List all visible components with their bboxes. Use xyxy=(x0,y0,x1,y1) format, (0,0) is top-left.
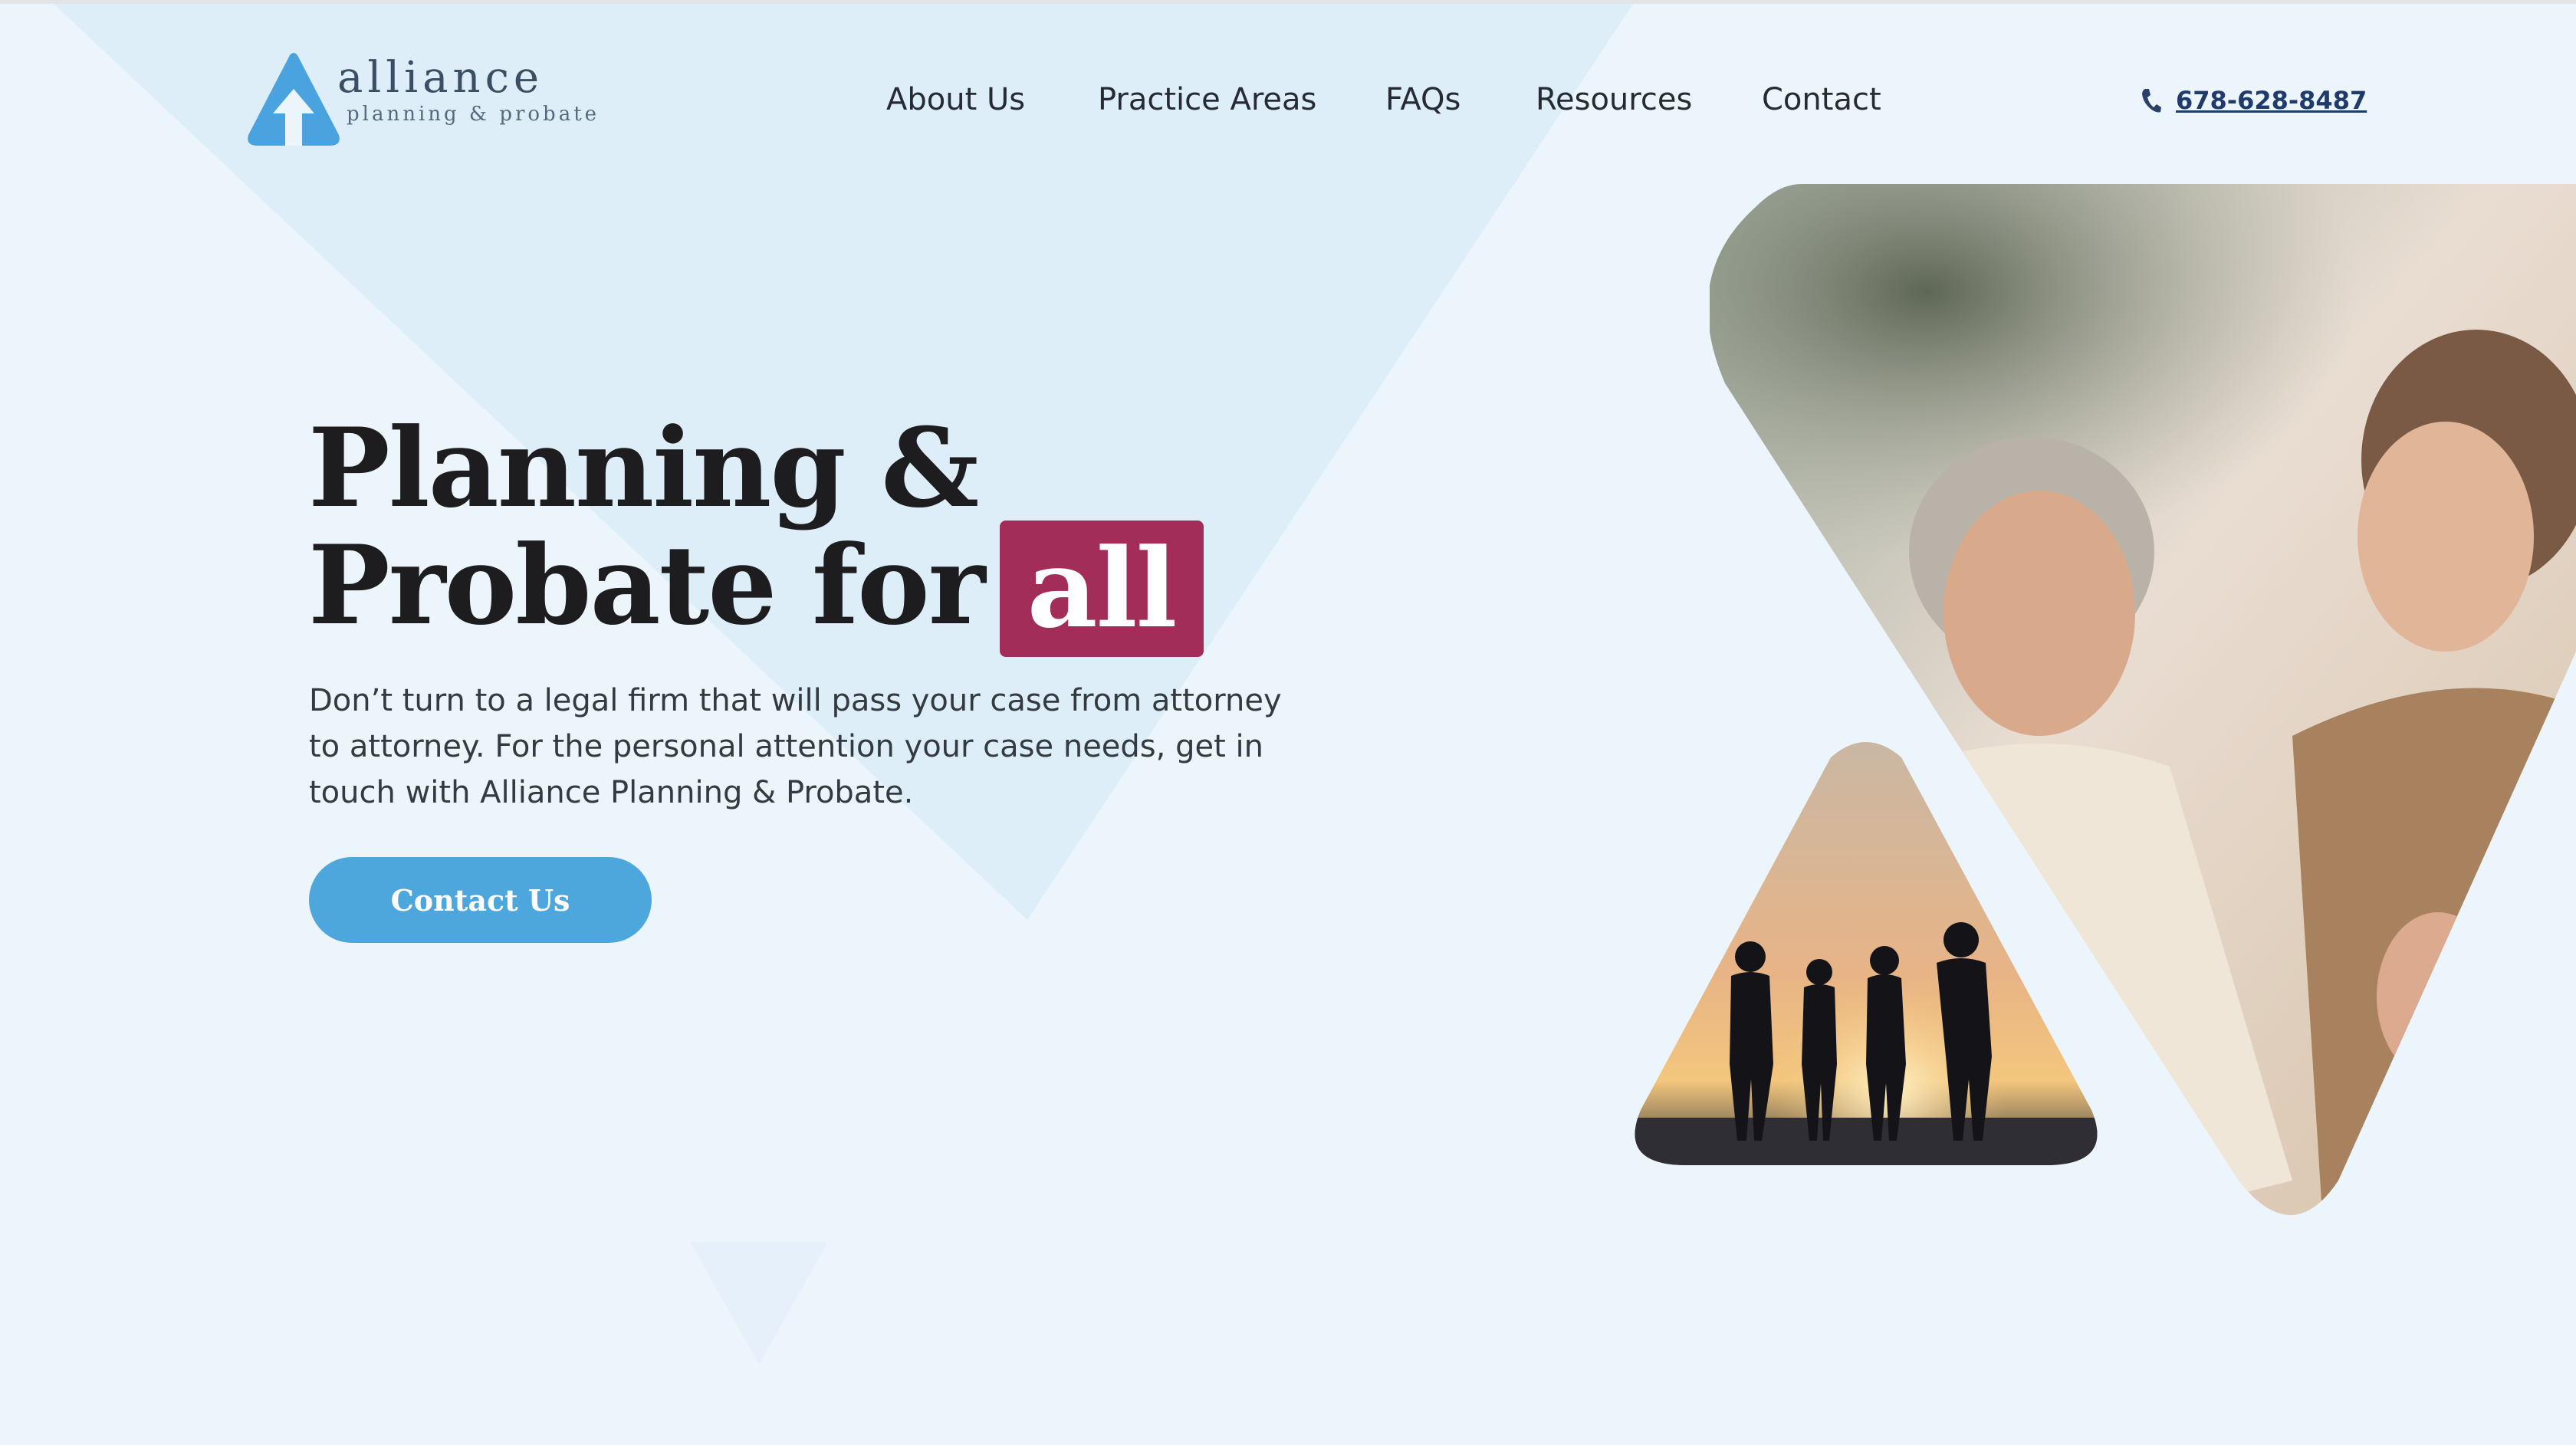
nav-resources[interactable]: Resources xyxy=(1536,77,1692,123)
phone-icon xyxy=(2142,89,2161,113)
header-phone: 678-628-8487 xyxy=(2141,81,2367,120)
hero-title-line-2-text: Probate for xyxy=(308,522,986,649)
nav-practice-areas[interactable]: Practice Areas xyxy=(1098,77,1316,123)
nav-contact[interactable]: Contact xyxy=(1762,77,1881,123)
hero-title: Planning & Probate for all xyxy=(308,410,1204,663)
nav-about-us[interactable]: About Us xyxy=(886,77,1025,123)
hero-highlight-badge: all xyxy=(999,521,1204,657)
hero-title-line-1: Planning & xyxy=(308,405,979,532)
hero-description: Don’t turn to a legal firm that will pas… xyxy=(309,683,1282,810)
logo-triangle-icon xyxy=(248,53,340,146)
phone-number-link[interactable]: 678-628-8487 xyxy=(2176,86,2367,115)
hero-title-line-2: Probate for all xyxy=(308,521,1204,663)
logo-tagline: planning & probate xyxy=(347,103,600,126)
family-sunset-photo xyxy=(1635,742,2098,1165)
contact-us-button[interactable]: Contact Us xyxy=(309,857,652,943)
nav-faqs[interactable]: FAQs xyxy=(1385,77,1460,123)
logo-wordmark: alliance xyxy=(337,53,544,103)
brand-logo[interactable]: alliance planning & probate xyxy=(244,52,596,152)
